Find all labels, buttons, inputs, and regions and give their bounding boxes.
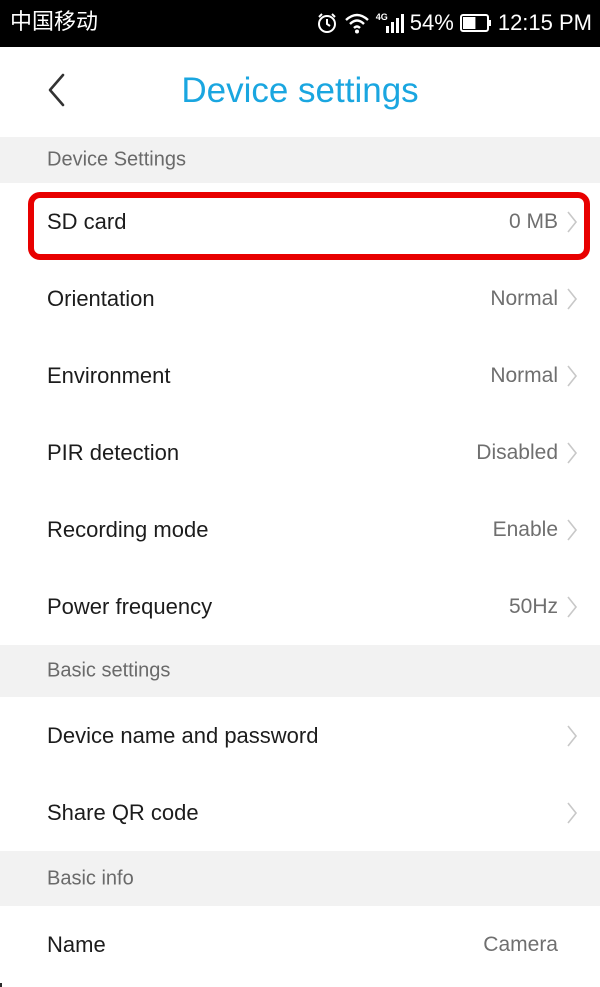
row-label: Share QR code xyxy=(47,799,199,825)
status-icons: 4G 54% 12:15 PM xyxy=(316,8,592,38)
settings-row-share-qr-code[interactable]: Share QR code xyxy=(0,774,600,852)
section-header-basic-info: Basic info xyxy=(0,851,600,906)
settings-row-pir-detection[interactable]: PIR detection Disabled xyxy=(0,414,600,492)
section-title: Device Settings xyxy=(47,148,186,171)
signal-icon: 4G xyxy=(376,12,404,34)
row-label: SD card xyxy=(47,208,127,234)
info-row-name: Name Camera xyxy=(0,906,600,983)
chevron-right-icon xyxy=(566,364,578,388)
app-header: Device settings xyxy=(0,47,600,137)
row-value: Disabled xyxy=(476,440,558,464)
network-type-label: 4G xyxy=(375,12,388,22)
row-value: Camera xyxy=(483,932,558,956)
settings-row-orientation[interactable]: Orientation Normal xyxy=(0,260,600,338)
chevron-right-icon xyxy=(566,724,578,748)
section-header-device-settings: Device Settings xyxy=(0,137,600,183)
wifi-icon xyxy=(344,12,370,34)
row-value: Normal xyxy=(490,286,558,310)
row-label: PIR detection xyxy=(47,439,180,465)
row-label: Environment xyxy=(47,362,171,388)
chevron-right-icon xyxy=(566,210,578,234)
chevron-right-icon xyxy=(566,287,578,311)
row-value: Normal xyxy=(490,363,558,387)
section-title: Basic info xyxy=(47,867,134,889)
settings-row-recording-mode[interactable]: Recording mode Enable xyxy=(0,491,600,569)
battery-percent: 54% xyxy=(409,10,454,35)
alarm-icon xyxy=(316,12,338,34)
battery-icon xyxy=(459,14,492,32)
settings-row-device-name-password[interactable]: Device name and password xyxy=(0,697,600,775)
row-value: 50Hz xyxy=(508,594,558,618)
row-label: Recording mode xyxy=(47,516,209,542)
section-title: Basic settings xyxy=(47,659,171,682)
row-label: Power frequency xyxy=(47,593,213,619)
carrier-name: 中国移动 xyxy=(10,10,99,35)
settings-row-power-frequency[interactable]: Power frequency 50Hz xyxy=(0,568,600,646)
device-settings-screen: 中国移动 4G 54% 12:15 PM Device settings Dev… xyxy=(0,0,600,987)
settings-row-environment[interactable]: Environment Normal xyxy=(0,337,600,415)
status-bar: 中国移动 4G 54% 12:15 PM xyxy=(0,0,600,47)
row-value: 0 MB xyxy=(508,209,558,233)
row-value: Enable xyxy=(492,517,558,541)
section-header-basic-settings: Basic settings xyxy=(0,645,600,697)
row-label: Name xyxy=(47,931,106,957)
chevron-right-icon xyxy=(566,441,578,465)
chevron-right-icon xyxy=(566,595,578,619)
settings-row-sd-card[interactable]: SD card 0 MB xyxy=(0,183,600,261)
page-title: Device settings xyxy=(181,71,419,110)
chevron-right-icon xyxy=(566,518,578,542)
row-label: Orientation xyxy=(47,285,155,311)
row-label: Device name and password xyxy=(47,722,319,748)
chevron-right-icon xyxy=(566,801,578,825)
status-time: 12:15 PM xyxy=(497,10,592,35)
